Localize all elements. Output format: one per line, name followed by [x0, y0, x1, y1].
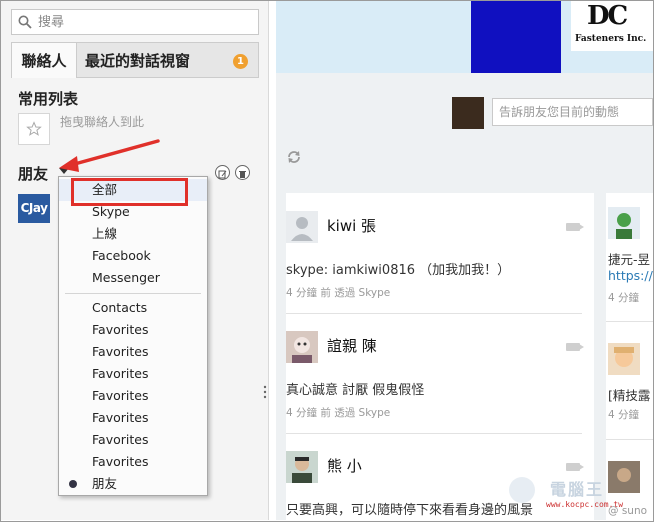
post-text: skype: iamkiwi0816 （加我加我！） [286, 263, 511, 278]
my-avatar [452, 97, 484, 129]
tab-bar: 聯絡人 最近的對話視窗 1 [11, 42, 259, 78]
menu-item-favorites[interactable]: Favorites [59, 451, 207, 473]
user-photo-avatar[interactable] [608, 343, 640, 375]
menu-item-favorites[interactable]: Favorites [59, 341, 207, 363]
user-photo-avatar[interactable] [286, 331, 318, 363]
post-text: 捷元-昱 [608, 252, 651, 267]
site-watermark: 電腦王 www.kocpc.com.tw [500, 470, 650, 510]
company-logo: DC Fasteners Inc. [571, 1, 653, 51]
post-meta: 4 分鐘 前 透過 Skype [286, 407, 391, 419]
favorites-hint: 拖曳聯絡人到此 [60, 115, 145, 129]
post-author[interactable]: 熊 小 [327, 455, 362, 476]
search-box[interactable] [11, 9, 259, 35]
post-author[interactable]: kiwi 張 [327, 215, 376, 236]
watermark-mascot-icon [509, 477, 535, 503]
profile-banner: DC Fasteners Inc. [276, 1, 653, 73]
post-text: 只要高興，可以隨時停下來看看身邊的風景 [286, 503, 534, 518]
video-call-icon[interactable] [566, 223, 584, 231]
menu-item-online[interactable]: 上線 [59, 223, 207, 245]
menu-separator [65, 293, 201, 294]
edit-group-icon[interactable] [215, 165, 230, 180]
logo-text: Fasteners Inc. [575, 34, 647, 44]
feed-separator [606, 321, 653, 322]
refresh-icon[interactable] [286, 149, 302, 165]
default-avatar-icon[interactable] [286, 211, 318, 243]
video-call-icon[interactable] [566, 343, 584, 351]
delete-group-icon[interactable] [235, 165, 250, 180]
feed-separator [606, 439, 653, 440]
friend-avatar[interactable]: CJay [18, 194, 50, 223]
selected-bullet-icon [69, 480, 77, 488]
group-filter-menu: 全部 Skype 上線 Facebook Messenger Contacts … [58, 176, 208, 496]
post-meta: 4 分鐘 前 透過 Skype [286, 287, 391, 299]
tab-contacts[interactable]: 聯絡人 [11, 42, 77, 78]
red-highlight-annotation [71, 178, 188, 206]
watermark-url: www.kocpc.com.tw [546, 500, 624, 509]
post-text: 真心誠意 討厭 假鬼假怪 [286, 383, 425, 398]
favorites-drop-zone[interactable] [18, 113, 50, 145]
user-photo-avatar[interactable] [286, 451, 318, 483]
post-meta: 4 分鐘 [608, 292, 640, 304]
favorites-title: 常用列表 [18, 90, 79, 108]
menu-item-favorites[interactable]: Favorites [59, 429, 207, 451]
star-icon [26, 121, 42, 136]
menu-item-favorites[interactable]: Favorites [59, 319, 207, 341]
watermark-title: 電腦王 [550, 480, 605, 499]
menu-item-messenger[interactable]: Messenger [59, 267, 207, 289]
search-input[interactable] [38, 13, 253, 31]
panel-resize-handle-icon[interactable] [263, 385, 267, 399]
user-photo-avatar[interactable] [608, 207, 640, 239]
feed-separator [286, 433, 582, 434]
post-meta: 4 分鐘 [608, 409, 640, 421]
red-arrow-annotation-icon [59, 139, 160, 172]
menu-item-contacts[interactable]: Contacts [59, 297, 207, 319]
search-icon [18, 15, 32, 29]
post-text: [精技露 [608, 388, 651, 403]
logo-mark: DC [587, 1, 628, 31]
menu-item-favorites[interactable]: Favorites [59, 363, 207, 385]
menu-item-friends[interactable]: 朋友 [59, 473, 207, 495]
menu-item-facebook[interactable]: Facebook [59, 245, 207, 267]
feed-separator [286, 313, 582, 314]
menu-item-friends-label: 朋友 [92, 476, 118, 491]
friends-group-title[interactable]: 朋友 [18, 163, 48, 184]
menu-item-favorites[interactable]: Favorites [59, 407, 207, 429]
notification-badge: 1 [233, 54, 248, 69]
menu-item-favorites[interactable]: Favorites [59, 385, 207, 407]
banner-image [471, 1, 561, 73]
tab-contacts-label: 聯絡人 [21, 52, 67, 70]
tab-recent-conversations[interactable]: 最近的對話視窗 1 [77, 42, 259, 78]
news-feed-panel: DC Fasteners Inc. 告訴朋友您目前的動態 kiwi 張 skyp… [276, 1, 653, 520]
post-link[interactable]: https:// [608, 268, 653, 283]
tab-recent-label: 最近的對話視窗 [85, 52, 191, 70]
post-author[interactable]: 誼親 陳 [327, 335, 377, 356]
status-input[interactable]: 告訴朋友您目前的動態 [492, 98, 653, 126]
